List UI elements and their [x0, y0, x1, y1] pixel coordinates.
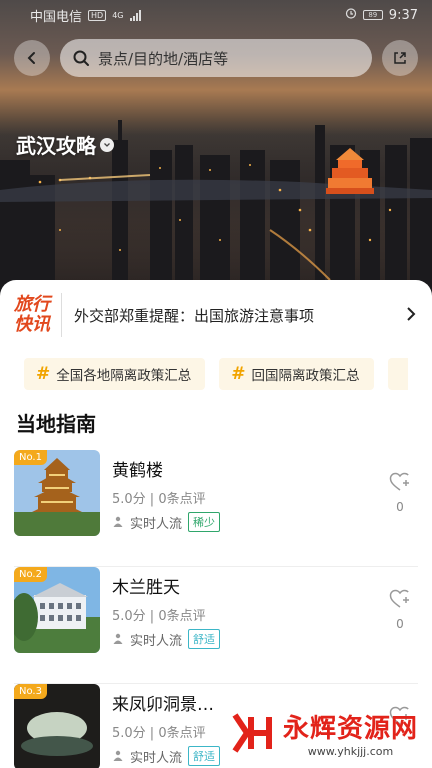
crowd-badge: 稀少 — [188, 512, 221, 532]
crowd-icon — [113, 750, 123, 761]
crowd-label: 实时人流 — [130, 516, 183, 532]
attraction-name: 黄鹤楼 — [112, 461, 163, 481]
watermark-url: www.yhkjjj.com — [307, 745, 394, 758]
news-logo-line2: 快讯 — [14, 314, 50, 335]
share-icon — [394, 52, 406, 64]
heart-plus-icon — [389, 589, 409, 608]
search-icon — [73, 50, 89, 66]
crowd-status: 实时人流 舒适 — [112, 746, 221, 766]
crowd-status: 实时人流 稀少 — [112, 512, 221, 532]
signal-icon — [129, 9, 141, 21]
chevron-right-icon — [406, 306, 420, 325]
back-button[interactable] — [14, 40, 50, 76]
news-banner[interactable]: 旅行 快讯 外交部郑重提醒：出国旅游注意事项 — [14, 288, 420, 342]
attraction-name: 木兰胜天 — [112, 578, 180, 598]
favorite-count: 0 — [396, 500, 404, 514]
list-item[interactable]: No.1 黄鹤楼 5.0分 | 0条点评 实时人流 稀少 0 — [14, 450, 418, 567]
status-bar: 中国电信 HD 4G 89 9:37 — [0, 0, 432, 30]
hd-badge: HD — [88, 9, 107, 21]
watermark-logo-icon — [232, 713, 272, 753]
attraction-score: 5.0分 | 0条点评 — [112, 609, 206, 624]
hero-banner: 中国电信 HD 4G 89 9:37 景点/目的地/酒店等 武汉攻略 — [0, 0, 432, 300]
rank-badge: No.2 — [14, 567, 47, 582]
crowd-icon — [113, 633, 123, 644]
watermark-brand: 永辉资源网 — [282, 714, 418, 744]
watermark: 永辉资源网 www.yhkjjj.com — [229, 708, 418, 758]
crowd-status: 实时人流 舒适 — [112, 629, 221, 649]
news-logo-line1: 旅行 — [14, 294, 50, 315]
city-title-text: 武汉攻略 — [16, 134, 96, 158]
carrier-label: 中国电信 — [30, 9, 83, 25]
crowd-badge: 舒适 — [188, 746, 221, 766]
attraction-thumbnail: No.1 — [14, 450, 100, 536]
battery-icon: 89 — [362, 10, 383, 20]
search-placeholder: 景点/目的地/酒店等 — [98, 49, 229, 68]
heart-plus-icon — [389, 472, 409, 491]
share-button[interactable] — [382, 40, 418, 76]
alarm-icon — [345, 7, 357, 23]
top-bar: 景点/目的地/酒店等 — [14, 38, 418, 78]
network-label: 4G — [112, 10, 124, 20]
list-item[interactable]: No.2 木兰胜天 5.0分 | 0条点评 实时人流 舒适 0 — [14, 567, 418, 684]
favorite-button[interactable]: 0 — [388, 589, 412, 631]
tag-partial[interactable] — [387, 358, 408, 390]
favorite-count: 0 — [396, 617, 404, 631]
tag-domestic-policy[interactable]: # 全国各地隔离政策汇总 — [24, 358, 206, 390]
tag-label: 回国隔离政策汇总 — [251, 368, 360, 384]
clock-time: 9:37 — [388, 7, 418, 23]
tag-label: 全国各地隔离政策汇总 — [56, 368, 192, 384]
search-input[interactable]: 景点/目的地/酒店等 — [60, 39, 372, 77]
attraction-thumbnail: No.2 — [14, 567, 100, 653]
hash-icon: # — [36, 364, 51, 384]
attraction-score: 5.0分 | 0条点评 — [112, 492, 206, 507]
chevron-down-icon — [100, 137, 114, 152]
news-headline: 外交部郑重提醒：出国旅游注意事项 — [74, 306, 315, 325]
content-card: 旅行 快讯 外交部郑重提醒：出国旅游注意事项 # 全国各地隔离政策汇总 # 回国… — [0, 280, 432, 768]
rank-badge: No.1 — [14, 450, 47, 465]
attraction-name: 来凤卯洞景… — [112, 695, 214, 715]
crowd-label: 实时人流 — [130, 750, 183, 766]
chevron-left-icon — [27, 52, 35, 64]
crowd-badge: 舒适 — [188, 629, 221, 649]
attraction-score: 5.0分 | 0条点评 — [112, 726, 206, 741]
city-title[interactable]: 武汉攻略 — [16, 130, 114, 159]
policy-tags: # 全国各地隔离政策汇总 # 回国隔离政策汇总 — [24, 358, 408, 390]
hash-icon: # — [231, 364, 246, 384]
section-title: 当地指南 — [16, 412, 96, 436]
favorite-button[interactable]: 0 — [388, 472, 412, 514]
crowd-icon — [113, 516, 123, 527]
travel-news-logo: 旅行 快讯 — [14, 293, 62, 337]
tag-return-policy[interactable]: # 回国隔离政策汇总 — [219, 358, 374, 390]
attraction-thumbnail: No.3 — [14, 684, 100, 768]
rank-badge: No.3 — [14, 684, 47, 699]
crowd-label: 实时人流 — [130, 633, 183, 649]
